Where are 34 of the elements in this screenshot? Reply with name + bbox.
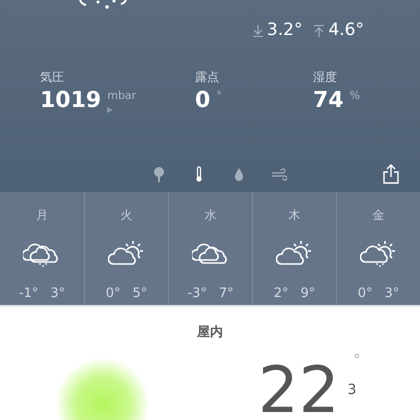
low-temperature: 3.2°	[266, 19, 302, 42]
degree-sign: °	[353, 353, 360, 367]
play-icon[interactable]	[107, 106, 114, 112]
down-arrow-icon	[252, 24, 263, 37]
low-temperature: 2°	[274, 285, 288, 303]
stat-value: 1019	[40, 90, 102, 112]
high-temperature: 5°	[132, 285, 148, 303]
low-temperature: 0°	[106, 285, 120, 303]
day-label: 水	[204, 207, 216, 224]
day-label: 金	[372, 207, 384, 224]
day-label: 木	[288, 207, 300, 224]
low-temperature: 0°	[358, 285, 372, 303]
stat-label: 湿度	[313, 68, 338, 86]
low-temperature: -3°	[187, 285, 207, 303]
stat-label: 気圧	[40, 68, 65, 86]
high-temperature: 3°	[50, 285, 66, 303]
share-icon[interactable]	[382, 164, 400, 184]
day-label: 月	[36, 207, 48, 224]
high-temperature: 3°	[384, 285, 400, 303]
up-arrow-icon	[314, 24, 324, 37]
high-temperature: 9°	[300, 285, 316, 303]
high-temperature: 4.6°	[328, 19, 364, 42]
stat-unit: %	[350, 90, 360, 100]
low-temperature: -1°	[18, 285, 38, 303]
stat-value: 0	[195, 90, 210, 112]
stat-value: 74	[313, 90, 344, 112]
stat-unit: mbar	[107, 90, 136, 100]
stat-unit: °	[216, 90, 222, 100]
temperature-decimal: 3	[347, 383, 358, 397]
stat-label: 露点	[195, 68, 220, 86]
section-title: 屋内	[197, 324, 223, 342]
high-temperature: 7°	[218, 285, 234, 303]
indoor-temperature: 22	[258, 359, 340, 420]
day-label: 火	[120, 207, 132, 224]
